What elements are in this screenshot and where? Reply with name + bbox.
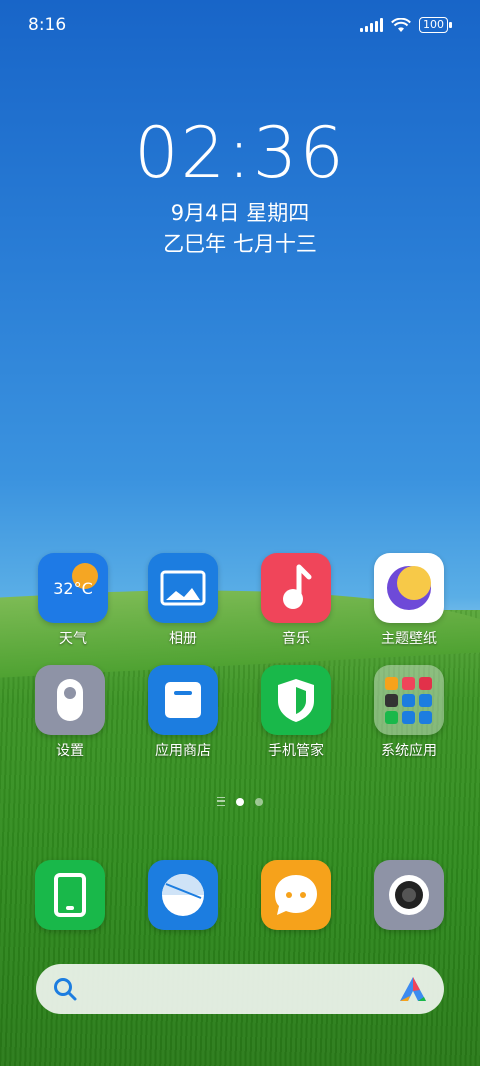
messages-icon: [261, 860, 331, 930]
browser-icon: [148, 860, 218, 930]
app-gallery[interactable]: 相册: [138, 553, 228, 648]
app-label: 设置: [56, 743, 84, 759]
signal-icon: [360, 18, 383, 32]
clock-date: 9月4日 星期四: [170, 201, 310, 225]
assistant-icon[interactable]: [398, 975, 428, 1003]
search-icon: [54, 978, 77, 1001]
app-security[interactable]: 手机管家: [251, 665, 341, 760]
page-dot[interactable]: [255, 797, 263, 806]
settings-icon: [35, 665, 105, 735]
app-label: 手机管家: [268, 743, 324, 759]
clock-time[interactable]: 02:36: [0, 112, 480, 194]
dock-messages[interactable]: [251, 860, 341, 930]
dock-camera[interactable]: [364, 860, 454, 930]
dock-phone[interactable]: [25, 860, 115, 930]
app-label: 主题壁纸: [381, 631, 437, 647]
app-store-icon: [148, 665, 218, 735]
app-folder-system[interactable]: 系统应用: [364, 665, 454, 760]
folder-icon: [374, 665, 444, 735]
app-label: 天气: [59, 631, 87, 647]
search-bar[interactable]: [36, 964, 444, 1014]
battery-indicator: 100: [419, 17, 452, 33]
page-dot-active[interactable]: [236, 797, 244, 806]
weather-temp: 32°C: [53, 579, 93, 598]
app-label: 系统应用: [381, 743, 437, 759]
app-themes[interactable]: 主题壁纸: [364, 553, 454, 648]
wifi-icon: [391, 17, 411, 32]
phone-icon: [35, 860, 105, 930]
gallery-icon: [148, 553, 218, 623]
music-icon: [261, 553, 331, 623]
weather-icon: 32°C: [38, 553, 108, 623]
clock-lunar-date: 乙巳年 七月十三: [163, 232, 317, 256]
app-settings[interactable]: 设置: [25, 665, 115, 760]
camera-icon: [374, 860, 444, 930]
app-label: 音乐: [282, 631, 310, 647]
app-store[interactable]: 应用商店: [138, 665, 228, 760]
app-label: 相册: [169, 631, 197, 647]
menu-icon[interactable]: [217, 797, 225, 806]
status-time: 8:16: [28, 15, 67, 35]
app-label: 应用商店: [155, 743, 211, 759]
page-indicator[interactable]: [0, 797, 480, 806]
dock-browser[interactable]: [138, 860, 228, 930]
app-weather[interactable]: 32°C 天气: [28, 553, 118, 648]
app-music[interactable]: 音乐: [251, 553, 341, 648]
themes-icon: [374, 553, 444, 623]
status-bar: 8:16 100: [0, 0, 480, 50]
security-icon: [261, 665, 331, 735]
